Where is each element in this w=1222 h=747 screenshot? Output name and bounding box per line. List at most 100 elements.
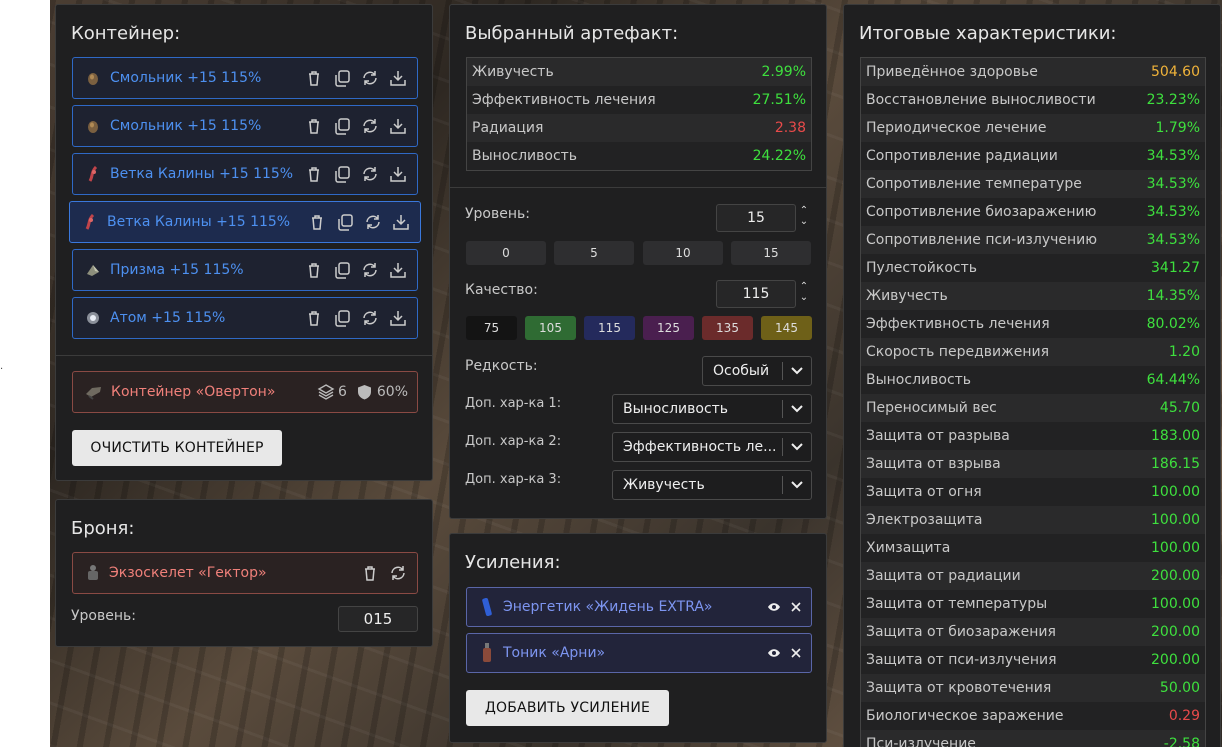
close-icon[interactable] [791,602,801,612]
stray-dot: · [0,364,4,375]
download-icon[interactable] [389,69,407,87]
copy-icon[interactable] [333,165,351,183]
boost-item[interactable]: Энергетик «Жидень EXTRA» [466,587,812,627]
armor-panel: Броня: Экзоскелет «Гектор» Уровень: 015 [55,499,433,647]
stat-value: 1.20 [1168,344,1200,360]
trash-icon[interactable] [305,117,323,135]
quality-preset[interactable]: 145 [761,316,812,340]
stat-value: 100.00 [1151,484,1200,500]
close-icon[interactable] [791,648,801,658]
extra3-label: Доп. хар-ка 3: [465,472,562,487]
replace-icon[interactable] [361,261,379,279]
container-icon [85,384,103,400]
copy-icon[interactable] [333,309,351,327]
container-type[interactable]: Контейнер «Овертон» 6 60% [72,371,418,413]
stat-value: 80.02% [1146,316,1200,332]
stat-value: 24.22% [752,148,806,164]
quality-input[interactable]: 115 [716,280,796,308]
stat-value: 186.15 [1151,456,1200,472]
level-preset[interactable]: 15 [731,241,811,265]
copy-icon[interactable] [336,213,354,231]
container-item[interactable]: Смольник +15 115% [72,105,418,147]
level-preset[interactable]: 0 [466,241,546,265]
chevron-down-icon [783,481,811,489]
level-preset[interactable]: 10 [643,241,723,265]
rarity-value: Особый [713,363,770,379]
replace-icon[interactable] [361,309,379,327]
eye-icon[interactable] [767,648,781,658]
stat-row: Радиация 2.38 [467,114,811,142]
add-boost-button[interactable]: ДОБАВИТЬ УСИЛЕНИЕ [466,690,669,726]
resin-artifact-icon [84,69,102,87]
copy-icon[interactable] [333,69,351,87]
replace-icon[interactable] [361,117,379,135]
quality-stepper[interactable]: ⌃ ⌄ [798,281,810,303]
boost-label: Тоник «Арни» [503,645,606,661]
replace-icon[interactable] [389,564,407,582]
download-icon[interactable] [389,309,407,327]
level-stepper[interactable]: ⌃ ⌄ [798,205,810,227]
container-item-label: Ветка Калины +15 115% [107,214,291,230]
quality-preset[interactable]: 135 [702,316,753,340]
download-icon[interactable] [389,117,407,135]
quality-label: Качество: [465,282,538,298]
totals-title: Итоговые характеристики: [859,23,1117,44]
extra1-select[interactable]: Выносливость [612,394,812,424]
download-icon[interactable] [389,165,407,183]
stat-label: Живучесть [866,288,948,304]
container-title: Контейнер: [71,23,181,44]
stat-row: Сопротивление радиации 34.53% [861,142,1205,170]
divider [450,187,826,188]
trash-icon[interactable] [305,165,323,183]
container-item[interactable]: Призма +15 115% [72,249,418,291]
stat-row: Сопротивление биозаражению 34.53% [861,198,1205,226]
container-item[interactable]: Смольник +15 115% [72,57,418,99]
atom-artifact-icon [84,309,102,327]
stat-row: Пулестойкость 341.27 [861,254,1205,282]
level-input[interactable]: 15 [716,204,796,232]
stat-label: Периодическое лечение [866,120,1047,136]
copy-icon[interactable] [333,117,351,135]
armor-title: Броня: [71,518,135,539]
trash-icon[interactable] [308,213,326,231]
container-item-label: Атом +15 115% [110,310,226,326]
container-item[interactable]: Атом +15 115% [72,297,418,339]
trash-icon[interactable] [305,69,323,87]
quality-preset[interactable]: 125 [643,316,694,340]
level-preset[interactable]: 5 [554,241,634,265]
download-icon[interactable] [389,261,407,279]
container-item[interactable]: Ветка Калины +15 115% [72,153,418,195]
stat-value: 183.00 [1151,428,1200,444]
stat-label: Защита от взрыва [866,456,1001,472]
stat-row: Сопротивление пси-излучению 34.53% [861,226,1205,254]
rarity-select[interactable]: Особый [702,356,812,386]
stat-label: Скорость передвижения [866,344,1049,360]
container-item-selected[interactable]: Ветка Калины +15 115% [69,201,421,243]
trash-icon[interactable] [305,261,323,279]
copy-icon[interactable] [333,261,351,279]
download-icon[interactable] [392,213,410,231]
eye-icon[interactable] [767,602,781,612]
boost-item[interactable]: Тоник «Арни» [466,633,812,673]
trash-icon[interactable] [361,564,379,582]
replace-icon[interactable] [361,69,379,87]
trash-icon[interactable] [305,309,323,327]
stat-row: Пси-излучение -2.58 [861,730,1205,747]
stat-row: Защита от биозаражения 200.00 [861,618,1205,646]
replace-icon[interactable] [361,165,379,183]
armor-item[interactable]: Экзоскелет «Гектор» [72,552,418,594]
stat-row: Приведённое здоровье 504.60 [861,58,1205,86]
extra3-select[interactable]: Живучесть [612,470,812,500]
quality-preset[interactable]: 105 [525,316,576,340]
clear-container-button[interactable]: ОЧИСТИТЬ КОНТЕЙНЕР [72,430,282,466]
quality-preset[interactable]: 115 [584,316,635,340]
quality-preset[interactable]: 75 [466,316,517,340]
stat-label: Выносливость [472,148,578,164]
chevron-down-icon [783,405,811,413]
armor-level-input[interactable]: 015 [338,606,418,632]
container-name: Контейнер «Овертон» [111,384,276,400]
extra2-select[interactable]: Эффективность ле... [612,432,812,462]
replace-icon[interactable] [364,213,382,231]
stat-row: Живучесть 14.35% [861,282,1205,310]
stat-value: 200.00 [1151,568,1200,584]
